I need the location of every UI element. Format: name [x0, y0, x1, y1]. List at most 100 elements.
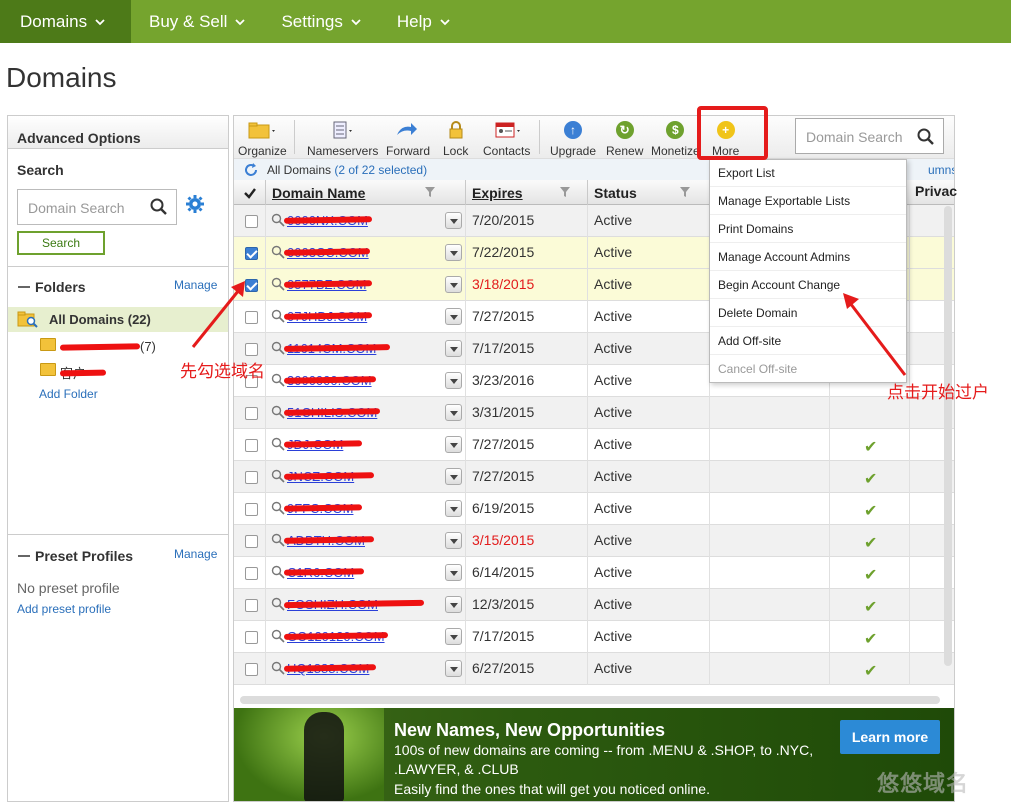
row-checkbox[interactable] [245, 471, 258, 484]
horizontal-scrollbar[interactable] [240, 696, 940, 704]
monetize-button[interactable]: $ Monetize [651, 120, 700, 158]
preset-manage-link[interactable]: Manage [174, 547, 217, 561]
zoom-icon[interactable] [271, 405, 285, 419]
upgrade-button[interactable]: ↑ Upgrade [550, 120, 596, 158]
collapse-presets-icon[interactable] [18, 555, 30, 557]
filter-icon[interactable] [679, 186, 691, 198]
table-row[interactable]: GO120120.COM7/17/2015Active✔ [234, 621, 954, 653]
table-row[interactable]: ADBTH.COM3/15/2015Active✔ [234, 525, 954, 557]
row-menu-button[interactable] [445, 468, 462, 485]
refresh-icon[interactable] [244, 163, 258, 177]
columns-link[interactable]: umns [928, 163, 954, 177]
row-checkbox[interactable] [245, 599, 258, 612]
sidebar-search-input[interactable]: Domain Search [17, 189, 177, 225]
zoom-icon[interactable] [271, 213, 285, 227]
menu-add-off-site[interactable]: Add Off-site [718, 334, 781, 348]
row-checkbox[interactable] [245, 407, 258, 420]
zoom-icon[interactable] [271, 309, 285, 323]
row-menu-button[interactable] [445, 340, 462, 357]
row-menu-button[interactable] [445, 628, 462, 645]
zoom-icon[interactable] [271, 565, 285, 579]
table-row[interactable]: C1R6.COM6/14/2015Active✔ [234, 557, 954, 589]
search-icon[interactable] [917, 128, 935, 146]
add-preset-link[interactable]: Add preset profile [17, 602, 111, 616]
table-row[interactable]: HQ1888.COM6/27/2015Active✔ [234, 653, 954, 685]
row-menu-button[interactable] [445, 308, 462, 325]
expires-cell: 3/31/2015 [472, 404, 535, 420]
menu-manage-account-admins[interactable]: Manage Account Admins [718, 250, 850, 264]
filter-icon[interactable] [424, 186, 436, 198]
col-expires[interactable]: Expires [472, 185, 523, 201]
table-row[interactable]: FOSHIZH.COM12/3/2015Active✔ [234, 589, 954, 621]
row-menu-button[interactable] [445, 372, 462, 389]
advanced-options-header[interactable]: Advanced Options [8, 116, 228, 149]
zoom-icon[interactable] [271, 661, 285, 675]
lock-button[interactable]: Lock [443, 120, 468, 158]
zoom-icon[interactable] [271, 341, 285, 355]
server-icon [333, 121, 352, 139]
row-checkbox[interactable] [245, 439, 258, 452]
row-menu-button[interactable] [445, 436, 462, 453]
col-status[interactable]: Status [594, 185, 637, 201]
zoom-icon[interactable] [271, 437, 285, 451]
vertical-scrollbar[interactable] [944, 206, 952, 666]
row-menu-button[interactable] [445, 404, 462, 421]
menu-delete-domain[interactable]: Delete Domain [718, 306, 797, 320]
sidebar-search-button[interactable]: Search [17, 231, 105, 255]
row-menu-button[interactable] [445, 276, 462, 293]
nav-settings[interactable]: Settings [263, 0, 378, 43]
nameservers-button[interactable]: Nameservers [307, 120, 378, 158]
table-row[interactable]: JNCZ.COM7/27/2015Active✔ [234, 461, 954, 493]
renew-button[interactable]: ↻ Renew [606, 120, 643, 158]
col-domain-name[interactable]: Domain Name [272, 185, 365, 201]
nav-buy-sell[interactable]: Buy & Sell [131, 0, 263, 43]
contacts-button[interactable]: Contacts [483, 120, 530, 158]
nav-help[interactable]: Help [379, 0, 468, 43]
table-row[interactable]: 9FFC.COM6/19/2015Active✔ [234, 493, 954, 525]
domain-search-input[interactable]: Domain Search [795, 118, 944, 154]
row-checkbox[interactable] [245, 503, 258, 516]
row-menu-button[interactable] [445, 500, 462, 517]
col-privacy[interactable]: Privac [915, 183, 957, 199]
organize-button[interactable]: Organize [238, 120, 287, 158]
zoom-icon[interactable] [271, 629, 285, 643]
zoom-icon[interactable] [271, 373, 285, 387]
zoom-icon[interactable] [271, 469, 285, 483]
forward-button[interactable]: Forward [386, 120, 430, 158]
filter-icon[interactable] [559, 186, 571, 198]
zoom-icon[interactable] [271, 277, 285, 291]
row-checkbox[interactable] [245, 631, 258, 644]
add-folder-link[interactable]: Add Folder [39, 387, 98, 401]
row-checkbox[interactable] [245, 535, 258, 548]
nav-domains[interactable]: Domains [0, 0, 131, 43]
menu-manage-exportable-lists[interactable]: Manage Exportable Lists [718, 194, 850, 208]
row-checkbox[interactable] [245, 663, 258, 676]
menu-print-domains[interactable]: Print Domains [718, 222, 793, 236]
row-checkbox[interactable] [245, 215, 258, 228]
row-menu-button[interactable] [445, 212, 462, 229]
column-separator [465, 301, 466, 333]
table-row[interactable]: 51CHILIS.COM3/31/2015Active [234, 397, 954, 429]
column-separator [265, 589, 266, 621]
column-separator [465, 205, 466, 237]
zoom-icon[interactable] [271, 597, 285, 611]
check-all-icon[interactable] [243, 186, 257, 200]
collapse-folders-icon[interactable] [18, 286, 30, 288]
search-icon[interactable] [150, 198, 168, 216]
menu-export-list[interactable]: Export List [718, 166, 775, 180]
gear-icon[interactable] [186, 195, 204, 213]
row-menu-button[interactable] [445, 660, 462, 677]
row-checkbox[interactable] [245, 567, 258, 580]
row-checkbox[interactable] [245, 247, 258, 260]
zoom-icon[interactable] [271, 533, 285, 547]
row-menu-button[interactable] [445, 244, 462, 261]
learn-more-button[interactable]: Learn more [840, 720, 940, 754]
selection-count[interactable]: (2 of 22 selected) [334, 163, 427, 177]
row-menu-button[interactable] [445, 564, 462, 581]
zoom-icon[interactable] [271, 245, 285, 259]
row-menu-button[interactable] [445, 596, 462, 613]
zoom-icon[interactable] [271, 501, 285, 515]
row-menu-button[interactable] [445, 532, 462, 549]
menu-begin-account-change[interactable]: Begin Account Change [718, 278, 840, 292]
table-row[interactable]: JDJ.COM7/27/2015Active✔ [234, 429, 954, 461]
